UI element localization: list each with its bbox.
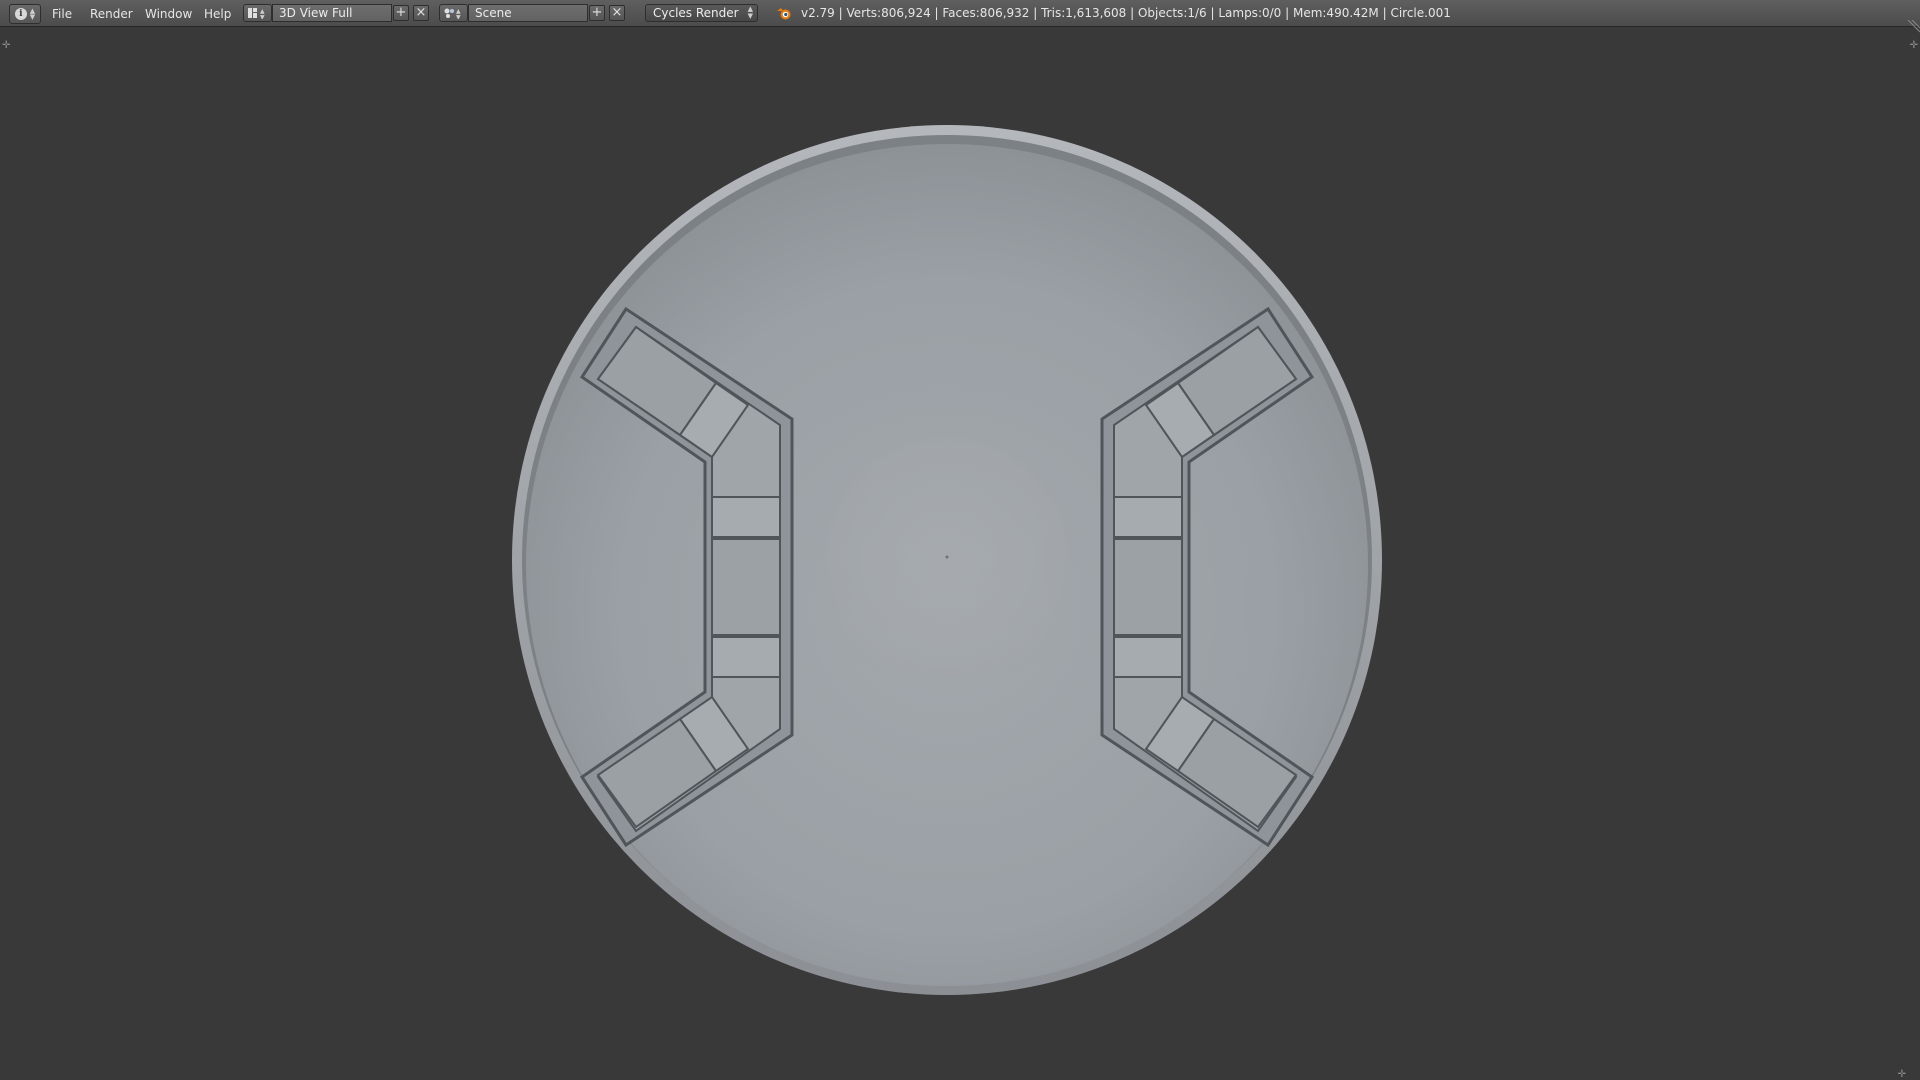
screen-layout-icon: ▲ ▼ <box>247 8 265 19</box>
blender-logo-icon <box>777 8 791 20</box>
svg-text:▼: ▼ <box>260 14 265 19</box>
info-icon: i <box>14 8 27 20</box>
scene-field[interactable]: Scene <box>468 4 588 22</box>
updown-arrows-icon: ▲ ▼ <box>29 7 36 21</box>
plus-icon[interactable]: + <box>393 5 409 21</box>
info-header: i ▲ ▼ File Render Window Help ▲ ▼ 3D View… <box>0 0 1920 27</box>
menu-render-label: Render <box>90 6 133 21</box>
updown-arrows-icon: ▲ ▼ <box>747 5 753 20</box>
screen-layout-field[interactable]: 3D View Full <box>272 4 392 22</box>
screen-layout-browse-button[interactable]: ▲ ▼ <box>243 4 272 22</box>
x-icon[interactable]: × <box>609 5 625 21</box>
plus-icon[interactable]: + <box>589 5 605 21</box>
x-icon[interactable]: × <box>413 5 429 21</box>
scene-statistics: v2.79 | Verts:806,924 | Faces:806,932 | … <box>801 6 1451 20</box>
menu-help-label: Help <box>204 6 232 21</box>
render-engine-label: Cycles Render <box>653 6 739 20</box>
menu-file-label: File <box>52 6 73 21</box>
render-engine-select[interactable]: Cycles Render ▲ ▼ <box>645 4 758 22</box>
3d-viewport[interactable]: ✛ ✛ ✛ <box>0 20 1920 1080</box>
menu-window-label: Window <box>145 6 193 21</box>
scene-browse-button[interactable]: ▲ ▼ <box>439 4 468 22</box>
menu-render[interactable]: Render <box>90 0 133 27</box>
menu-help[interactable]: Help <box>204 0 231 27</box>
svg-text:▼: ▼ <box>456 14 461 19</box>
menu-window[interactable]: Window <box>145 0 192 27</box>
menu-file[interactable]: File <box>52 0 72 27</box>
scene-icon: ▲ ▼ <box>444 8 461 19</box>
editor-type-button[interactable]: i ▲ ▼ <box>9 4 41 24</box>
circle-model-render <box>512 125 1382 995</box>
